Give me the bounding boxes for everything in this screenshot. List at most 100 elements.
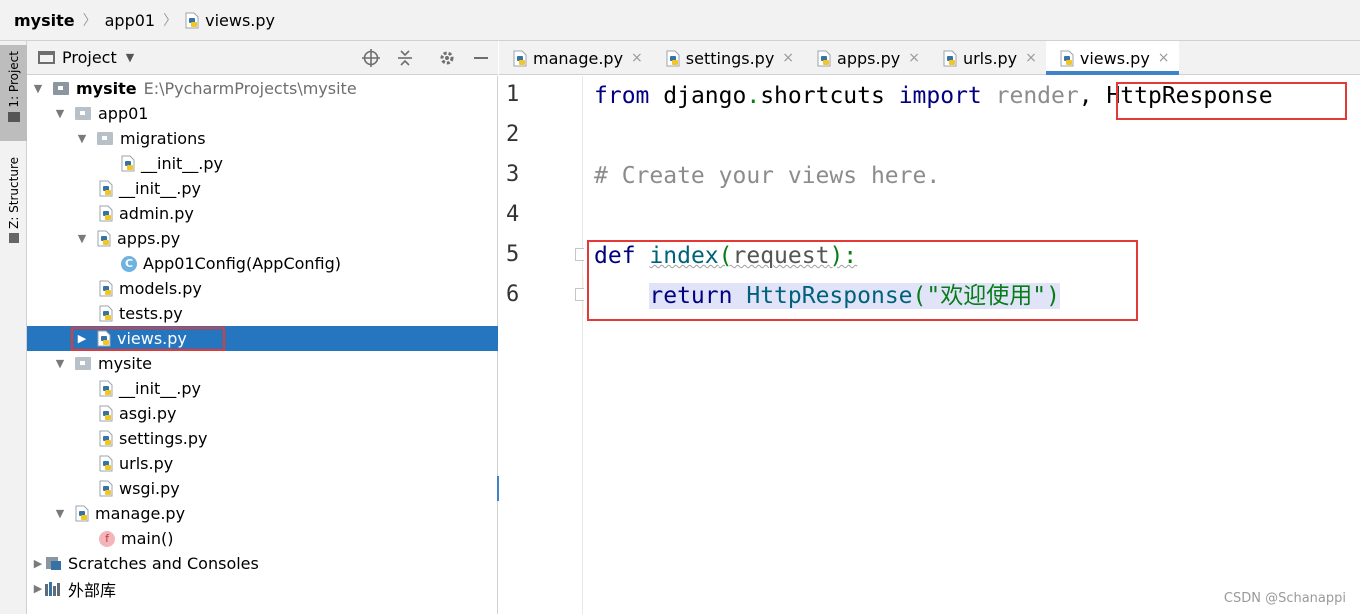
tree-label: __init__.py bbox=[141, 154, 224, 173]
tree-node-apps[interactable]: ▼ apps.py bbox=[27, 226, 498, 251]
python-file-icon bbox=[99, 430, 114, 447]
tree-label: urls.py bbox=[119, 454, 174, 473]
tree-label: tests.py bbox=[119, 304, 183, 323]
breadcrumb-file[interactable]: views.py bbox=[185, 11, 275, 30]
paren: ( bbox=[718, 243, 733, 269]
chevron-down-icon[interactable]: ▼ bbox=[31, 82, 45, 95]
tree-label: app01 bbox=[98, 104, 149, 123]
chevron-down-icon: ▼ bbox=[125, 51, 135, 64]
python-file-icon bbox=[99, 205, 114, 222]
paren: ( bbox=[912, 283, 927, 309]
chevron-right-icon[interactable]: ▶ bbox=[31, 557, 45, 570]
breadcrumb-project[interactable]: mysite bbox=[14, 11, 75, 30]
structure-icon bbox=[8, 232, 19, 243]
tree-label: migrations bbox=[120, 129, 206, 148]
line-number: 5 bbox=[506, 242, 520, 267]
tab-settings[interactable]: settings.py × bbox=[652, 41, 803, 75]
close-icon[interactable]: × bbox=[1158, 50, 1170, 66]
minimize-icon[interactable] bbox=[464, 41, 498, 75]
chevron-down-icon[interactable]: ▼ bbox=[53, 107, 67, 120]
python-file-icon bbox=[99, 480, 114, 497]
tab-manage[interactable]: manage.py × bbox=[499, 41, 652, 75]
tree-label: mysite bbox=[76, 79, 137, 98]
collapse-all-icon[interactable] bbox=[388, 41, 422, 75]
tree-label: views.py bbox=[117, 329, 187, 348]
tree-node-manage[interactable]: ▼ manage.py bbox=[27, 501, 498, 526]
tree-label: apps.py bbox=[117, 229, 181, 248]
project-tree: ▼ mysite E:\PycharmProjects\mysite ▼ app… bbox=[27, 76, 498, 614]
tree-node-migrations[interactable]: ▼ migrations bbox=[27, 126, 498, 151]
tree-node-settings[interactable]: settings.py bbox=[27, 426, 498, 451]
tree-node-app01-init[interactable]: __init__.py bbox=[27, 176, 498, 201]
tree-node-app01config[interactable]: C App01Config(AppConfig) bbox=[27, 251, 498, 276]
paren: ): bbox=[829, 243, 858, 269]
tree-node-asgi[interactable]: asgi.py bbox=[27, 401, 498, 426]
tree-node-views-selected[interactable]: ▶ views.py bbox=[27, 326, 498, 351]
folder-icon bbox=[75, 107, 91, 120]
tree-node-app01[interactable]: ▼ app01 bbox=[27, 101, 498, 126]
breadcrumb-separator-icon: 〉 bbox=[82, 13, 97, 29]
tree-label: __init__.py bbox=[119, 179, 202, 198]
editor-tabs: manage.py × settings.py × apps.py × urls… bbox=[499, 41, 1360, 75]
python-file-icon bbox=[75, 505, 90, 522]
python-file-icon bbox=[97, 230, 112, 247]
tree-label: 外部库 bbox=[68, 580, 117, 600]
tree-node-wsgi[interactable]: wsgi.py bbox=[27, 476, 498, 501]
tree-node-tests[interactable]: tests.py bbox=[27, 301, 498, 326]
project-view-selector[interactable]: Project ▼ bbox=[38, 48, 134, 67]
chevron-right-icon[interactable]: ▶ bbox=[31, 582, 45, 595]
toolbar-divider bbox=[422, 41, 430, 75]
close-icon[interactable]: × bbox=[631, 50, 643, 66]
chevron-down-icon[interactable]: ▼ bbox=[75, 132, 89, 145]
line-number: 6 bbox=[506, 282, 520, 307]
close-icon[interactable]: × bbox=[908, 50, 920, 66]
python-file-icon bbox=[99, 280, 114, 297]
chevron-right-icon[interactable]: ▶ bbox=[75, 332, 89, 345]
python-file-icon bbox=[1060, 50, 1075, 67]
code-editor[interactable]: from django.shortcuts import render, Htt… bbox=[584, 76, 1360, 614]
locate-file-icon[interactable] bbox=[354, 41, 388, 75]
tree-label: asgi.py bbox=[119, 404, 177, 423]
class-icon: C bbox=[121, 255, 137, 272]
parameter: request bbox=[732, 243, 830, 269]
close-icon[interactable]: × bbox=[782, 50, 794, 66]
code-line-6: return HttpResponse("欢迎使用") bbox=[594, 276, 1060, 316]
tree-node-urls[interactable]: urls.py bbox=[27, 451, 498, 476]
python-file-icon bbox=[99, 405, 114, 422]
python-file-icon bbox=[99, 180, 114, 197]
tree-node-scratches[interactable]: ▶ Scratches and Consoles bbox=[27, 551, 498, 576]
tree-node-mysite-root[interactable]: ▼ mysite E:\PycharmProjects\mysite bbox=[27, 76, 498, 101]
project-panel-title: Project bbox=[62, 48, 117, 67]
close-icon[interactable]: × bbox=[1025, 50, 1037, 66]
tab-label: manage.py bbox=[533, 48, 624, 68]
project-tool-button[interactable]: 1: Project bbox=[0, 45, 27, 141]
tree-node-mysite-package[interactable]: ▼ mysite bbox=[27, 351, 498, 376]
tree-node-main-function[interactable]: f main() bbox=[27, 526, 498, 551]
python-file-icon bbox=[185, 12, 200, 29]
keyword: from bbox=[594, 83, 650, 109]
tree-label: App01Config(AppConfig) bbox=[143, 254, 342, 273]
scratches-icon bbox=[45, 556, 62, 571]
tab-urls[interactable]: urls.py × bbox=[929, 41, 1046, 75]
tree-node-migrations-init[interactable]: __init__.py bbox=[27, 151, 498, 176]
gear-icon[interactable] bbox=[430, 41, 464, 75]
folder-icon bbox=[75, 357, 91, 370]
navigation-bar: mysite 〉 app01 〉 views.py bbox=[0, 0, 1360, 41]
breadcrumb-folder[interactable]: app01 bbox=[105, 11, 155, 30]
tree-node-admin[interactable]: admin.py bbox=[27, 201, 498, 226]
tree-node-mysite-init[interactable]: __init__.py bbox=[27, 376, 498, 401]
chevron-down-icon[interactable]: ▼ bbox=[53, 357, 67, 370]
tree-node-external-libraries[interactable]: ▶ 外部库 bbox=[27, 576, 498, 601]
structure-tool-button[interactable]: Z: Structure bbox=[0, 153, 27, 253]
imported-class: HttpResponse bbox=[1106, 83, 1273, 109]
chevron-down-icon[interactable]: ▼ bbox=[75, 232, 89, 245]
project-path: E:\PycharmProjects\mysite bbox=[143, 79, 357, 98]
tree-label: models.py bbox=[119, 279, 202, 298]
tab-apps[interactable]: apps.py × bbox=[803, 41, 929, 75]
chevron-down-icon[interactable]: ▼ bbox=[53, 507, 67, 520]
breadcrumb-file-label: views.py bbox=[205, 10, 275, 30]
project-panel-header: Project ▼ bbox=[27, 41, 498, 75]
module-name: django bbox=[663, 83, 747, 109]
tree-node-models[interactable]: models.py bbox=[27, 276, 498, 301]
tab-views[interactable]: views.py × bbox=[1045, 41, 1179, 75]
